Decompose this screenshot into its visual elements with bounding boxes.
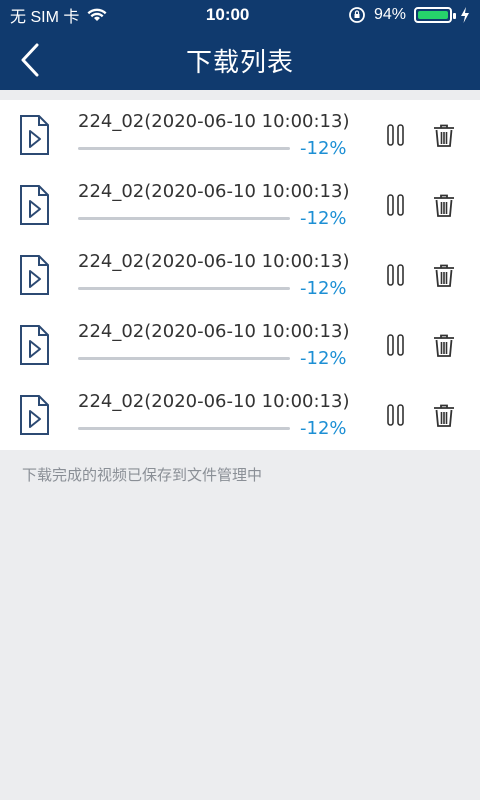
progress-row: -12% bbox=[78, 418, 380, 439]
download-item[interactable]: 224_02(2020-06-10 10:00:13) -12% bbox=[0, 170, 480, 240]
video-file-icon bbox=[20, 185, 49, 225]
item-actions bbox=[380, 259, 480, 291]
video-file-icon bbox=[20, 325, 49, 365]
progress-bar bbox=[78, 426, 290, 430]
delete-button[interactable] bbox=[428, 259, 460, 291]
charging-bolt-icon bbox=[460, 7, 469, 23]
trash-icon bbox=[434, 404, 454, 427]
download-item[interactable]: 224_02(2020-06-10 10:00:13) -12% bbox=[0, 380, 480, 450]
download-item[interactable]: 224_02(2020-06-10 10:00:13) -12% bbox=[0, 310, 480, 380]
battery-percent: 94% bbox=[373, 6, 406, 23]
progress-row: -12% bbox=[78, 278, 380, 299]
pause-icon bbox=[387, 404, 404, 426]
item-actions bbox=[380, 119, 480, 151]
item-main: 224_02(2020-06-10 10:00:13) -12% bbox=[78, 110, 380, 159]
app: 无 SIM 卡 10:00 94% 下载列表 224_02(2020-06-10… bbox=[0, 0, 480, 800]
delete-button[interactable] bbox=[428, 399, 460, 431]
item-main: 224_02(2020-06-10 10:00:13) -12% bbox=[78, 390, 380, 439]
progress-bar bbox=[78, 216, 290, 220]
pause-icon bbox=[387, 124, 404, 146]
progress-row: -12% bbox=[78, 208, 380, 229]
status-right: 94% bbox=[348, 6, 470, 24]
trash-icon bbox=[434, 194, 454, 217]
wifi-icon bbox=[87, 8, 107, 21]
progress-row: -12% bbox=[78, 138, 380, 159]
orientation-lock-icon bbox=[349, 7, 365, 23]
video-file-icon bbox=[20, 255, 49, 295]
download-name: 224_02(2020-06-10 10:00:13) bbox=[78, 180, 350, 202]
video-file-icon bbox=[20, 115, 49, 155]
trash-icon bbox=[434, 264, 454, 287]
item-main: 224_02(2020-06-10 10:00:13) -12% bbox=[78, 250, 380, 299]
video-file-icon bbox=[20, 395, 49, 435]
delete-button[interactable] bbox=[428, 329, 460, 361]
item-actions bbox=[380, 329, 480, 361]
pause-button[interactable] bbox=[380, 329, 412, 361]
back-button[interactable] bbox=[12, 42, 48, 78]
trash-icon bbox=[434, 334, 454, 357]
download-name: 224_02(2020-06-10 10:00:13) bbox=[78, 250, 350, 272]
progress-bar bbox=[78, 146, 290, 150]
pause-icon bbox=[387, 334, 404, 356]
progress-percent: -12% bbox=[300, 277, 347, 299]
download-item[interactable]: 224_02(2020-06-10 10:00:13) -12% bbox=[0, 240, 480, 310]
download-item[interactable]: 224_02(2020-06-10 10:00:13) -12% bbox=[0, 100, 480, 170]
progress-bar bbox=[78, 286, 290, 290]
download-name: 224_02(2020-06-10 10:00:13) bbox=[78, 320, 350, 342]
status-left: 无 SIM 卡 bbox=[10, 3, 107, 27]
battery-icon bbox=[413, 7, 456, 23]
status-time: 10:00 bbox=[205, 5, 250, 24]
item-main: 224_02(2020-06-10 10:00:13) -12% bbox=[78, 180, 380, 229]
delete-button[interactable] bbox=[428, 189, 460, 221]
item-actions bbox=[380, 189, 480, 221]
top-bar: 无 SIM 卡 10:00 94% 下载列表 bbox=[0, 0, 480, 90]
pause-button[interactable] bbox=[380, 259, 412, 291]
progress-percent: -12% bbox=[300, 137, 347, 159]
carrier-label: 无 SIM 卡 bbox=[10, 9, 80, 26]
download-list: 224_02(2020-06-10 10:00:13) -12% 224_02(… bbox=[0, 100, 480, 450]
pause-button[interactable] bbox=[380, 119, 412, 151]
status-bar: 无 SIM 卡 10:00 94% bbox=[0, 0, 480, 30]
progress-percent: -12% bbox=[300, 207, 347, 229]
delete-button[interactable] bbox=[428, 119, 460, 151]
progress-percent: -12% bbox=[300, 417, 347, 439]
trash-icon bbox=[434, 124, 454, 147]
nav-bar: 下载列表 bbox=[0, 30, 480, 90]
pause-button[interactable] bbox=[380, 189, 412, 221]
progress-percent: -12% bbox=[300, 347, 347, 369]
item-actions bbox=[380, 399, 480, 431]
progress-bar bbox=[78, 356, 290, 360]
page-title: 下载列表 bbox=[185, 47, 294, 78]
footer-note: 下载完成的视频已保存到文件管理中 bbox=[22, 466, 263, 484]
download-name: 224_02(2020-06-10 10:00:13) bbox=[78, 110, 350, 132]
chevron-left-icon bbox=[21, 43, 39, 77]
progress-row: -12% bbox=[78, 348, 380, 369]
download-name: 224_02(2020-06-10 10:00:13) bbox=[78, 390, 350, 412]
pause-icon bbox=[387, 264, 404, 286]
item-main: 224_02(2020-06-10 10:00:13) -12% bbox=[78, 320, 380, 369]
pause-button[interactable] bbox=[380, 399, 412, 431]
pause-icon bbox=[387, 194, 404, 216]
